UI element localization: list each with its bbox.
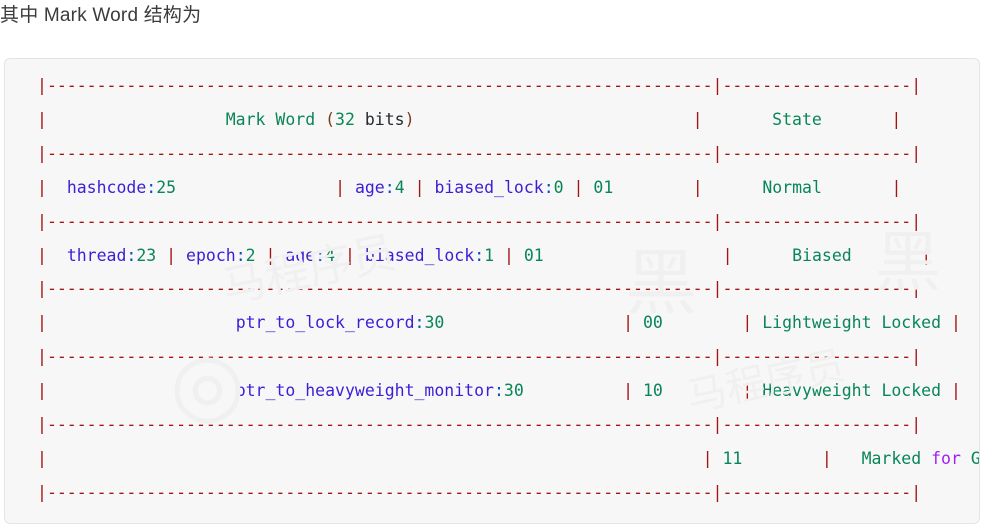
state-normal: Normal [762, 177, 822, 197]
tag-bits-heavyweight: 10 [643, 381, 663, 401]
code-line-sep-5: |---------------------------------------… [37, 415, 922, 435]
field-biased-lock-1: biased_lock [434, 177, 544, 197]
hr-dashes-top-right: ------------------- [722, 76, 912, 95]
field-ptr-to-lock-record: ptr_to_lock_record [235, 313, 415, 333]
state-heavyweight: Heavyweight Locked [762, 381, 942, 401]
code-line-sep-1: |---------------------------------------… [37, 143, 922, 163]
hr-dashes-top-left: ----------------------------------------… [46, 76, 713, 95]
page-root: 其中 Mark Word 结构为 |----------------------… [0, 0, 984, 530]
tag-bits-lightweight: 00 [643, 313, 663, 333]
state-gc-for: for [931, 448, 961, 468]
code-line-border-bottom: |---------------------------------------… [37, 482, 922, 502]
tag-bits-biased: 01 [523, 245, 544, 265]
code-line-sep-4: |---------------------------------------… [37, 347, 922, 367]
state-gc-marked: Marked [861, 448, 922, 468]
code-line-row-heavyweight: | ptr_to_heavyweight_monitor:30 | 10 | H… [37, 381, 961, 401]
field-age-2: age [285, 245, 316, 265]
field-epoch: epoch [186, 245, 236, 265]
field-thread: thread [66, 245, 127, 265]
code-line-row-normal: | hashcode:25 | age:4 | biased_lock:0 | … [37, 177, 902, 197]
page-title: 其中 Mark Word 结构为 [0, 5, 202, 26]
code-line-border-top: |---------------------------------------… [37, 76, 922, 95]
code-block[interactable]: |---------------------------------------… [4, 58, 980, 524]
code-content: |---------------------------------------… [37, 69, 980, 510]
tag-bits-gc: 11 [722, 448, 743, 468]
code-line-row-lightweight: | ptr_to_lock_record:30 | 00 | Lightweig… [37, 313, 961, 333]
code-line-sep-2: |---------------------------------------… [37, 211, 922, 231]
state-gc-label: GC [970, 448, 980, 468]
tag-bits-normal: 01 [593, 177, 614, 197]
state-biased: Biased [792, 245, 852, 265]
code-line-sep-3: |---------------------------------------… [37, 279, 922, 299]
field-age-1: age [354, 177, 385, 197]
field-biased-lock-2: biased_lock [364, 245, 475, 265]
code-line-header: | Mark Word (32 bits) | State | [37, 109, 902, 129]
field-hashcode: hashcode [66, 177, 147, 197]
field-ptr-to-heavyweight-monitor: ptr_to_heavyweight_monitor [235, 381, 494, 401]
header-markword-label: Mark Word [225, 109, 316, 129]
code-line-row-biased: | thread:23 | epoch:2 | age:4 | biased_l… [37, 245, 932, 265]
state-lightweight: Lightweight Locked [762, 313, 942, 333]
code-line-row-gc: | | 11 | Marked for GC | [37, 448, 980, 468]
header-state-label: State [772, 109, 822, 129]
